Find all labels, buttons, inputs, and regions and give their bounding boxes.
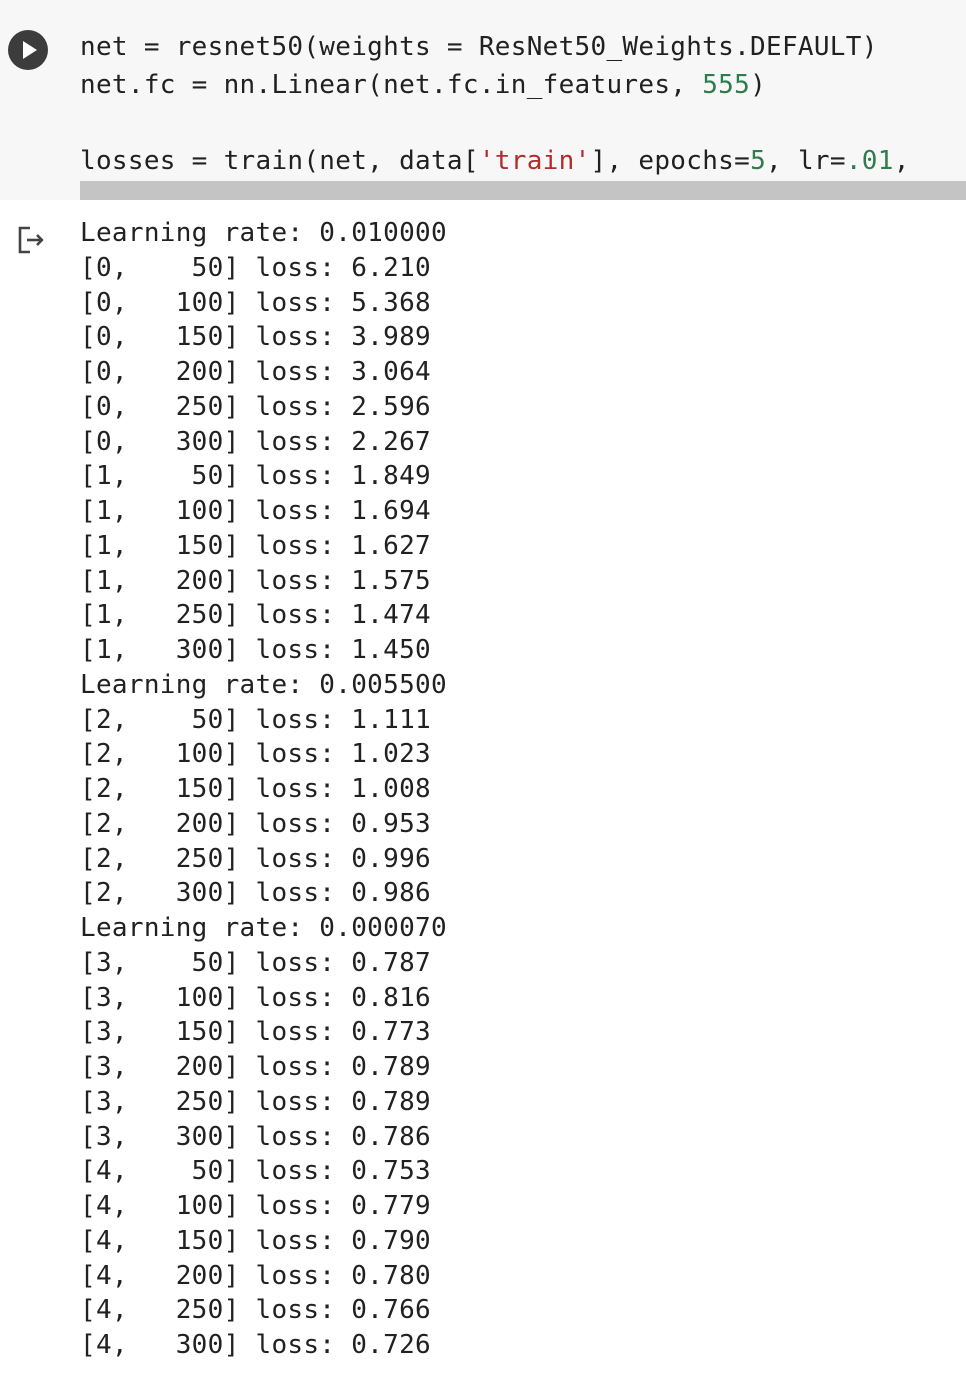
output-line: [1, 200] loss: 1.575: [80, 565, 431, 596]
code-text: , lr=: [766, 146, 846, 176]
output-line: [2, 250] loss: 0.996: [80, 843, 431, 874]
code-string: 'train': [478, 146, 591, 176]
horizontal-scrollbar[interactable]: [80, 181, 966, 200]
code-number: .01: [845, 146, 894, 176]
code-line-1[interactable]: net = resnet50(weights = ResNet50_Weight…: [80, 29, 878, 65]
output-line: [4, 50] loss: 0.753: [80, 1156, 431, 1187]
output-line: [0, 150] loss: 3.989: [80, 322, 431, 353]
output-line: [1, 100] loss: 1.694: [80, 496, 431, 526]
code-cell[interactable]: net = resnet50(weights = ResNet50_Weight…: [0, 0, 966, 200]
output-line: [3, 200] loss: 0.789: [80, 1052, 431, 1082]
output-line: [4, 100] loss: 0.779: [80, 1191, 431, 1221]
output-line: [3, 50] loss: 0.787: [80, 947, 431, 978]
output-line: [4, 200] loss: 0.780: [80, 1260, 431, 1291]
output-line: [2, 200] loss: 0.953: [80, 808, 431, 839]
code-text: ,: [893, 146, 910, 176]
code-text: net.fc = nn.Linear(net.fc.in_features,: [80, 70, 703, 100]
output-line: [1, 250] loss: 1.474: [80, 600, 431, 631]
output-line: [3, 150] loss: 0.773: [80, 1017, 431, 1048]
output-line: [1, 300] loss: 1.450: [80, 635, 431, 665]
code-line-3[interactable]: losses = train(net, data['train'], epoch…: [80, 143, 910, 179]
code-text: net = resnet50(weights = ResNet50_Weight…: [80, 32, 878, 62]
output-line: [3, 100] loss: 0.816: [80, 982, 431, 1013]
run-cell-button[interactable]: [8, 30, 48, 70]
output-line: Learning rate: 0.010000: [80, 218, 447, 248]
output-line: [0, 50] loss: 6.210: [80, 252, 431, 283]
output-line: [0, 300] loss: 2.267: [80, 426, 431, 457]
code-text: losses = train(net, data[: [80, 146, 479, 176]
output-line: [2, 50] loss: 1.111: [80, 704, 431, 735]
code-text: ], epochs=: [590, 146, 751, 176]
play-icon: [23, 41, 37, 59]
output-line: [2, 150] loss: 1.008: [80, 774, 431, 804]
output-line: Learning rate: 0.005500: [80, 669, 447, 700]
output-line: [0, 200] loss: 3.064: [80, 357, 431, 387]
output-line: [4, 150] loss: 0.790: [80, 1225, 431, 1256]
output-line: [3, 300] loss: 0.786: [80, 1121, 431, 1152]
output-line: [0, 250] loss: 2.596: [80, 391, 431, 422]
code-number: 5: [750, 146, 767, 176]
output-arrow-icon[interactable]: [14, 222, 50, 258]
output-line: [4, 300] loss: 0.726: [80, 1330, 431, 1360]
output-line: [4, 250] loss: 0.766: [80, 1295, 431, 1326]
code-number: 555: [702, 70, 751, 100]
output-line: [1, 150] loss: 1.627: [80, 530, 431, 561]
output-line: [1, 50] loss: 1.849: [80, 461, 431, 492]
cell-output: Learning rate: 0.010000 [0, 50] loss: 6.2…: [80, 216, 447, 1363]
output-line: [2, 100] loss: 1.023: [80, 739, 431, 770]
output-line: [0, 100] loss: 5.368: [80, 287, 431, 318]
code-text: ): [750, 70, 767, 100]
code-line-2[interactable]: net.fc = nn.Linear(net.fc.in_features, 5…: [80, 67, 766, 103]
output-line: [2, 300] loss: 0.986: [80, 878, 431, 909]
output-line: Learning rate: 0.000070: [80, 913, 447, 943]
output-line: [3, 250] loss: 0.789: [80, 1086, 431, 1117]
